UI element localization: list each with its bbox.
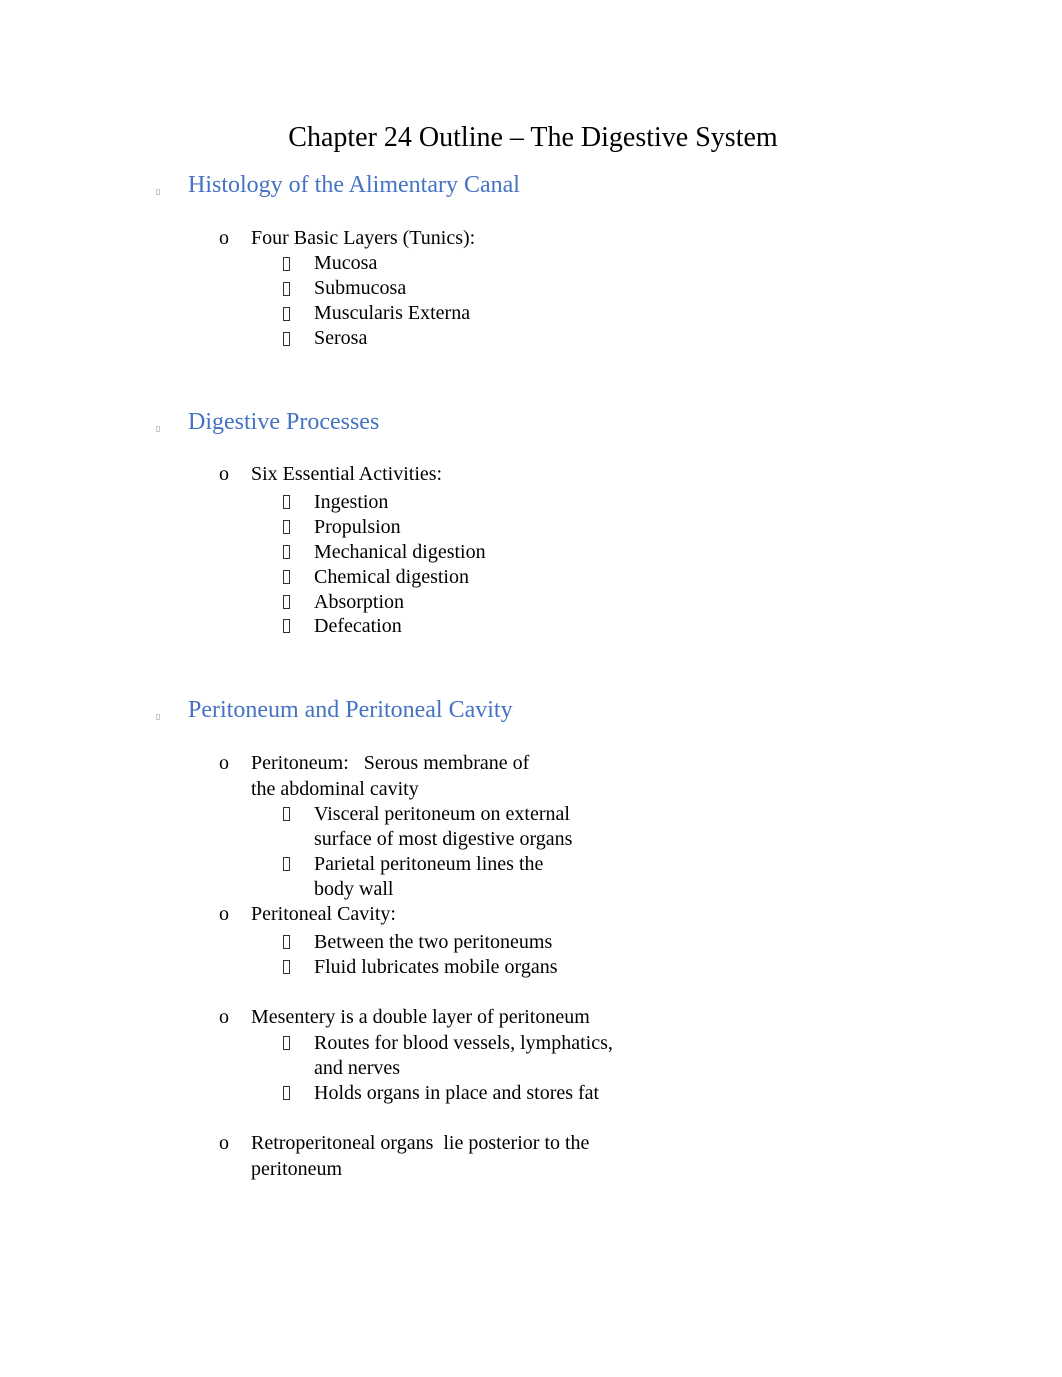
section-heading-histology: Histology of the Alimentary Canal: [188, 172, 520, 198]
square-bullet-icon: [283, 495, 290, 509]
square-bullet-icon: [283, 1036, 290, 1050]
square-bullet-icon: [283, 807, 290, 821]
list-subitem: Holds organs in place and stores fat: [314, 1082, 600, 1104]
list-subitem: Chemical digestion: [314, 566, 469, 588]
list-item-line: the abdominal cavity: [251, 778, 419, 800]
level1-bullet-icon: o: [219, 1006, 229, 1028]
level1-bullet-icon: o: [219, 227, 229, 249]
list-item-line: Peritoneum: Serous membrane of: [251, 752, 530, 774]
level1-bullet-icon: o: [219, 903, 229, 925]
list-subitem: Mechanical digestion: [314, 541, 486, 563]
list-subitem-line: Routes for blood vessels, lymphatics,: [314, 1032, 613, 1054]
level1-bullet-icon: o: [219, 752, 229, 774]
list-item-line: peritoneum: [251, 1158, 343, 1180]
square-bullet-icon: [283, 960, 290, 974]
list-item: Six Essential Activities:: [251, 463, 443, 485]
square-bullet-icon: [283, 545, 290, 559]
list-subitem: Between the two peritoneums: [314, 931, 553, 953]
square-bullet-icon: [283, 332, 290, 346]
list-item: Mesentery is a double layer of peritoneu…: [251, 1006, 590, 1028]
list-subitem: Ingestion: [314, 491, 389, 513]
document-title: Chapter 24 Outline – The Digestive Syste…: [288, 122, 778, 153]
square-bullet-icon: [283, 1086, 290, 1100]
list-subitem: Serosa: [314, 327, 368, 349]
list-subitem-line: body wall: [314, 878, 394, 900]
square-bullet-icon: [283, 307, 290, 321]
list-item: Four Basic Layers (Tunics):: [251, 227, 476, 249]
list-subitem: Absorption: [314, 591, 404, 613]
section-heading-digestive-processes: Digestive Processes: [188, 409, 380, 435]
square-bullet-icon: [283, 570, 290, 584]
list-subitem: Muscularis Externa: [314, 302, 471, 324]
list-subitem: Defecation: [314, 615, 402, 637]
square-bullet-icon: [283, 595, 290, 609]
square-bullet-icon: [283, 257, 290, 271]
square-bullet-icon: [283, 282, 290, 296]
list-subitem: Propulsion: [314, 516, 401, 538]
list-subitem-line: surface of most digestive organs: [314, 828, 573, 850]
list-subitem: Fluid lubricates mobile organs: [314, 956, 558, 978]
square-bullet-icon: [283, 619, 290, 633]
square-bullet-icon: [283, 857, 290, 871]
level1-bullet-icon: o: [219, 463, 229, 485]
list-subitem-line: and nerves: [314, 1057, 401, 1079]
list-subitem: Mucosa: [314, 252, 378, 274]
list-subitem: Submucosa: [314, 277, 407, 299]
list-subitem-line: Parietal peritoneum lines the: [314, 853, 544, 875]
list-item: Peritoneal Cavity:: [251, 903, 396, 925]
list-item-line: Retroperitoneal organs lie posterior to …: [251, 1132, 590, 1154]
section-heading-peritoneum: Peritoneum and Peritoneal Cavity: [188, 697, 513, 723]
list-subitem-line: Visceral peritoneum on external: [314, 803, 570, 825]
square-bullet-icon: [283, 520, 290, 534]
heading-bullet-icon: ▯: [156, 712, 161, 721]
square-bullet-icon: [283, 935, 290, 949]
heading-bullet-icon: ▯: [156, 187, 161, 196]
heading-bullet-icon: ▯: [156, 424, 161, 433]
level1-bullet-icon: o: [219, 1132, 229, 1154]
